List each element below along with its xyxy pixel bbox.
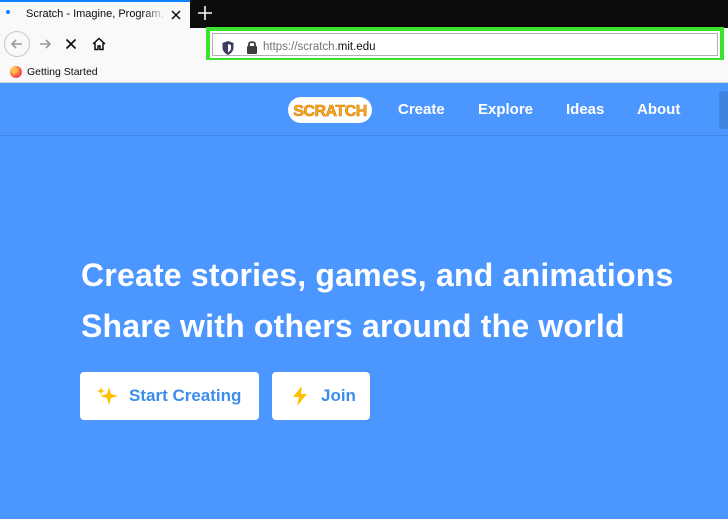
firefox-icon	[10, 66, 22, 78]
home-icon[interactable]	[86, 31, 112, 57]
hero-headline: Create stories, games, and animations	[81, 257, 674, 293]
address-bar-highlight[interactable]: https://scratch.mit.edu	[206, 27, 724, 62]
sparkle-icon	[96, 384, 120, 408]
back-arrow-icon[interactable]	[4, 31, 30, 57]
nav-create-link[interactable]: Create	[398, 101, 445, 118]
url-text[interactable]: https://scratch.mit.edu	[263, 41, 376, 53]
search-bar-edge[interactable]	[719, 91, 728, 129]
bookmark-label: Getting Started	[27, 66, 98, 78]
new-tab-plus-icon[interactable]	[194, 2, 216, 24]
hero-subheadline: Share with others around the world	[81, 308, 625, 344]
url-prefix: https://scratch.	[263, 41, 338, 53]
svg-text:SCRATCH: SCRATCH	[293, 103, 367, 120]
nav-ideas-link[interactable]: Ideas	[566, 101, 604, 118]
tab-strip: Scratch - Imagine, Program, Sh	[0, 0, 728, 28]
url-domain: mit.edu	[337, 41, 376, 53]
forward-arrow-icon[interactable]	[32, 31, 58, 57]
start-creating-label: Start Creating	[129, 386, 242, 405]
close-tab-icon[interactable]	[168, 7, 184, 23]
tab-favicon-icon	[6, 10, 12, 16]
join-label: Join	[321, 386, 356, 405]
padlock-icon[interactable]	[245, 39, 259, 55]
start-creating-button[interactable]: Start Creating	[80, 372, 259, 420]
join-button[interactable]: Join	[272, 372, 370, 420]
bookmarks-toolbar: Getting Started	[0, 60, 728, 83]
nav-about-link[interactable]: About	[637, 101, 680, 118]
bookmark-getting-started[interactable]: Getting Started	[10, 64, 98, 80]
tab-title: Scratch - Imagine, Program, Sh	[26, 8, 166, 20]
tracking-protection-shield-icon[interactable]	[221, 40, 235, 56]
site-header: SCRATCH Create Explore Ideas About	[0, 83, 728, 136]
address-bar[interactable]: https://scratch.mit.edu	[212, 33, 718, 56]
stop-loading-icon[interactable]	[58, 31, 84, 57]
lightning-bolt-icon	[288, 384, 312, 408]
scratch-logo[interactable]: SCRATCH	[287, 95, 373, 125]
nav-explore-link[interactable]: Explore	[478, 101, 533, 118]
active-tab[interactable]: Scratch - Imagine, Program, Sh	[0, 0, 190, 28]
